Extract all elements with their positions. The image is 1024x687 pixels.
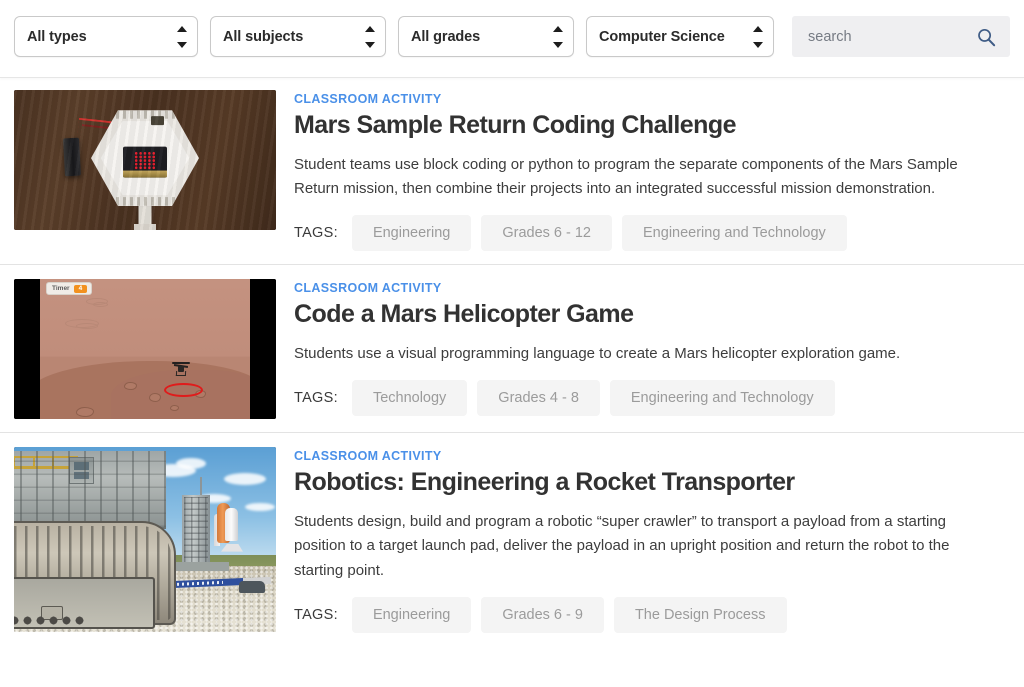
tag-chip[interactable]: Engineering and Technology xyxy=(622,215,847,251)
result-tags: TAGS: Engineering Grades 6 - 12 Engineer… xyxy=(294,215,1010,251)
result-thumbnail-helicopter-game[interactable]: Timer 4 xyxy=(14,279,276,419)
tag-chip[interactable]: Grades 6 - 9 xyxy=(481,597,604,633)
result-tags: TAGS: Technology Grades 4 - 8 Engineerin… xyxy=(294,380,1010,416)
result-title[interactable]: Mars Sample Return Coding Challenge xyxy=(294,111,1010,140)
result-card-body: CLASSROOM ACTIVITY Robotics: Engineering… xyxy=(294,447,1010,633)
result-kicker[interactable]: CLASSROOM ACTIVITY xyxy=(294,281,1010,295)
crawler-transporter-photo xyxy=(14,447,276,632)
filter-select-grades-label: All grades xyxy=(411,29,480,45)
result-card-body: CLASSROOM ACTIVITY Code a Mars Helicopte… xyxy=(294,279,1010,419)
scratch-stage-screenshot: Timer 4 xyxy=(14,279,276,419)
result-thumbnail-crawler[interactable] xyxy=(14,447,276,632)
target-ring xyxy=(164,383,203,397)
timer-value: 4 xyxy=(74,285,88,293)
result-description: Students design, build and program a rob… xyxy=(294,510,994,583)
tags-label: TAGS: xyxy=(294,390,338,406)
filter-select-grades[interactable]: All grades xyxy=(398,16,574,57)
filter-select-types[interactable]: All types xyxy=(14,16,198,57)
timer-readout: Timer 4 xyxy=(46,282,92,295)
filter-select-types-label: All types xyxy=(27,29,87,45)
tag-chip[interactable]: Engineering xyxy=(352,215,471,251)
tag-chip[interactable]: Engineering and Technology xyxy=(610,380,835,416)
result-title[interactable]: Robotics: Engineering a Rocket Transport… xyxy=(294,468,1010,497)
chevron-updown-icon[interactable] xyxy=(552,26,563,48)
search-input[interactable] xyxy=(808,29,970,45)
helicopter-sprite xyxy=(172,361,190,375)
result-tags: TAGS: Engineering Grades 6 - 9 The Desig… xyxy=(294,597,1010,633)
tag-chip[interactable]: Grades 6 - 12 xyxy=(481,215,612,251)
result-card-body: CLASSROOM ACTIVITY Mars Sample Return Co… xyxy=(294,90,1010,251)
tag-chip[interactable]: Grades 4 - 8 xyxy=(477,380,600,416)
tag-chip[interactable]: Technology xyxy=(352,380,467,416)
filter-select-subjects-label: All subjects xyxy=(223,29,303,45)
chevron-updown-icon[interactable] xyxy=(752,26,763,48)
tag-chip[interactable]: Engineering xyxy=(352,597,471,633)
result-thumbnail-microbit[interactable] xyxy=(14,90,276,230)
tags-label: TAGS: xyxy=(294,607,338,623)
filter-select-topic[interactable]: Computer Science xyxy=(586,16,774,57)
result-card[interactable]: CLASSROOM ACTIVITY Mars Sample Return Co… xyxy=(0,78,1024,251)
result-kicker[interactable]: CLASSROOM ACTIVITY xyxy=(294,449,1010,463)
result-card[interactable]: Timer 4 CLASSROOM ACTIVITY Code a Mars H… xyxy=(0,264,1024,419)
result-title[interactable]: Code a Mars Helicopter Game xyxy=(294,300,1010,329)
tag-chip[interactable]: The Design Process xyxy=(614,597,787,633)
result-card[interactable]: CLASSROOM ACTIVITY Robotics: Engineering… xyxy=(0,432,1024,633)
microbit-photo xyxy=(14,90,276,230)
filter-select-subjects[interactable]: All subjects xyxy=(210,16,386,57)
result-kicker[interactable]: CLASSROOM ACTIVITY xyxy=(294,92,1010,106)
tags-label: TAGS: xyxy=(294,225,338,241)
chevron-updown-icon[interactable] xyxy=(364,26,375,48)
filter-select-topic-label: Computer Science xyxy=(599,29,725,45)
search-field-wrapper[interactable] xyxy=(792,16,1010,57)
result-description: Students use a visual programming langua… xyxy=(294,342,994,366)
chevron-updown-icon[interactable] xyxy=(176,26,187,48)
results-list: CLASSROOM ACTIVITY Mars Sample Return Co… xyxy=(0,78,1024,633)
timer-label: Timer xyxy=(52,285,70,292)
result-description: Student teams use block coding or python… xyxy=(294,153,994,202)
search-icon[interactable] xyxy=(976,27,996,47)
filter-bar: All types All subjects All grades Comput… xyxy=(0,0,1024,78)
